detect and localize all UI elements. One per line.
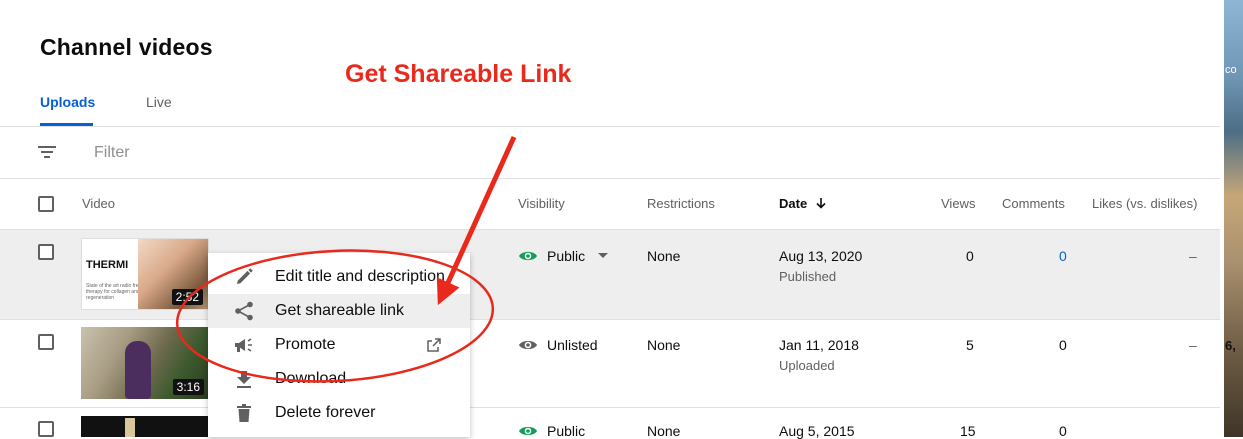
date-value: Aug 13, 2020	[779, 248, 863, 264]
status-value: Uploaded	[779, 358, 835, 373]
public-eye-icon	[519, 251, 537, 261]
menu-item-get-shareable-link[interactable]: Get shareable link	[208, 294, 470, 328]
video-duration: 2:52	[171, 289, 203, 305]
row-checkbox[interactable]	[38, 421, 54, 437]
page-title: Channel videos	[40, 34, 213, 60]
filter-input[interactable]: Filter	[94, 144, 130, 162]
restrictions-value: None	[647, 337, 681, 353]
visibility-dropdown-icon[interactable]	[598, 253, 608, 259]
menu-item-delete-forever[interactable]: Delete forever	[208, 396, 470, 430]
divider	[0, 407, 1220, 408]
unlisted-eye-icon	[519, 340, 537, 350]
menu-item-label: Promote	[275, 336, 336, 353]
comments-value: 0	[1059, 337, 1067, 353]
external-link-icon	[427, 338, 441, 352]
video-thumbnail[interactable]: 3:16	[81, 327, 209, 399]
megaphone-icon	[235, 338, 252, 352]
video-thumbnail[interactable]: THERMI State of the art radio frequency …	[81, 238, 209, 310]
menu-item-label: Get shareable link	[275, 302, 404, 319]
status-value: Published	[779, 269, 837, 284]
comments-link[interactable]: 0	[1059, 248, 1067, 264]
likes-value: –	[1189, 337, 1197, 353]
column-header-comments: Comments	[1002, 196, 1065, 211]
annotation-label: Get Shareable Link	[345, 60, 572, 88]
tab-uploads[interactable]: Uploads	[40, 94, 95, 110]
share-icon	[235, 301, 253, 321]
tab-live[interactable]: Live	[146, 94, 172, 110]
visibility-unlisted[interactable]: Unlisted	[547, 337, 598, 353]
likes-value: –	[1189, 248, 1197, 264]
wallpaper-text-fragment: co	[1225, 64, 1237, 76]
thumbnail-figure	[125, 418, 135, 437]
row-checkbox[interactable]	[38, 244, 54, 260]
views-value: 0	[966, 248, 974, 264]
column-header-visibility: Visibility	[518, 196, 565, 211]
column-header-likes: Likes (vs. dislikes)	[1092, 196, 1198, 211]
menu-item-edit-title[interactable]: Edit title and description	[208, 260, 470, 294]
video-thumbnail[interactable]	[81, 416, 209, 437]
menu-item-promote[interactable]: Promote	[208, 328, 470, 362]
date-value: Jan 11, 2018	[779, 337, 859, 353]
divider	[0, 126, 1220, 127]
pencil-icon	[237, 268, 253, 284]
visibility-public[interactable]: Public	[547, 248, 585, 264]
divider	[0, 178, 1220, 179]
wallpaper-text-fragment: 6,	[1225, 338, 1236, 353]
date-header-label: Date	[779, 196, 808, 211]
menu-item-label: Delete forever	[275, 404, 376, 421]
thumbnail-brand: THERMI	[86, 259, 129, 271]
public-eye-icon	[519, 426, 537, 436]
views-value: 5	[966, 337, 974, 353]
trash-icon	[237, 404, 251, 422]
divider	[0, 319, 1220, 320]
row-checkbox[interactable]	[38, 334, 54, 350]
column-header-date[interactable]: Date	[779, 196, 827, 211]
menu-item-label: Download	[275, 370, 347, 387]
restrictions-value: None	[647, 248, 681, 264]
menu-item-download[interactable]: Download	[208, 362, 470, 396]
thumbnail-person	[125, 341, 151, 399]
download-icon	[237, 371, 251, 388]
menu-item-label: Edit title and description	[275, 268, 445, 285]
column-header-video: Video	[82, 196, 116, 211]
column-header-restrictions: Restrictions	[647, 196, 715, 211]
video-duration: 3:16	[172, 379, 204, 395]
column-header-views: Views	[941, 196, 976, 211]
filter-icon[interactable]	[38, 145, 56, 159]
sort-arrow-down-icon	[816, 198, 826, 209]
video-options-menu: Edit title and description Get shareable…	[208, 253, 470, 437]
select-all-checkbox[interactable]	[38, 196, 54, 212]
